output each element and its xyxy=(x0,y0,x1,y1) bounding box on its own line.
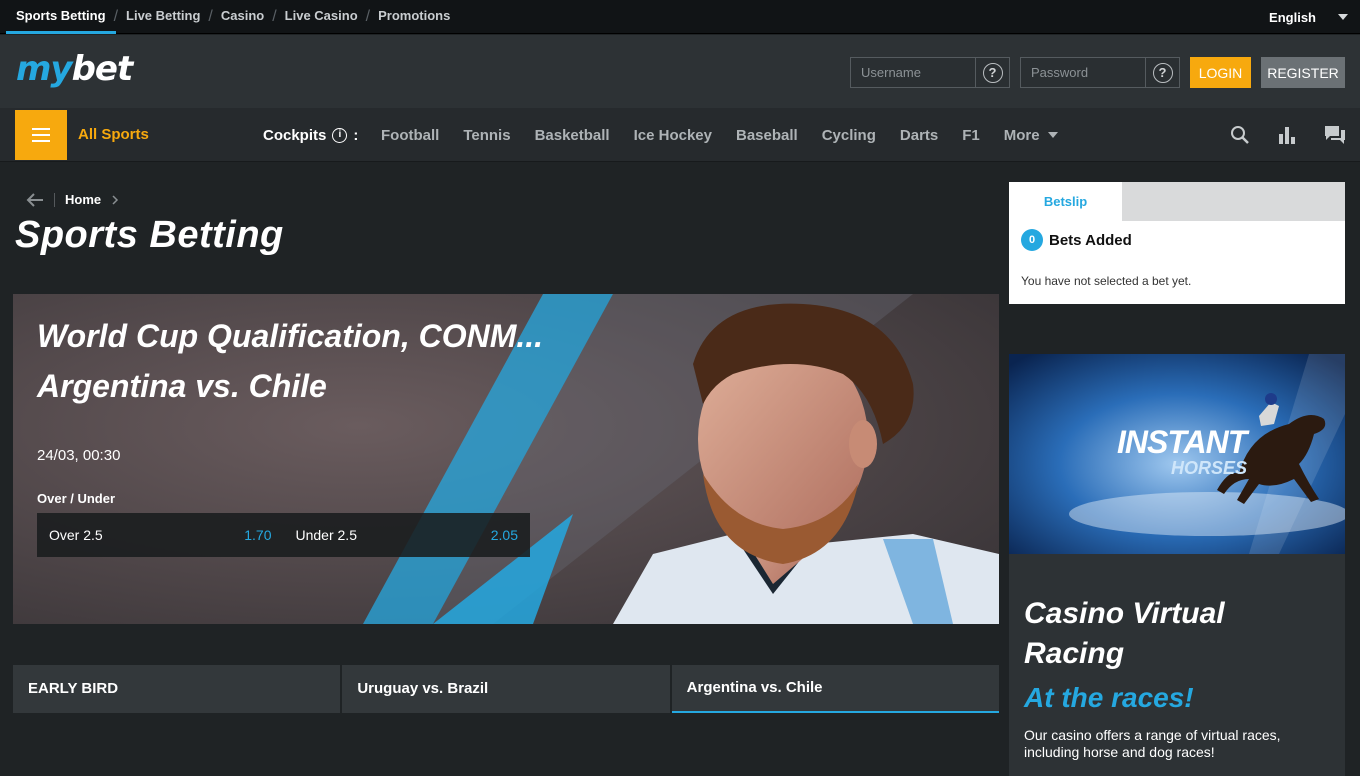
sport-football[interactable]: Football xyxy=(381,127,439,144)
promo-description: Our casino offers a range of virtual rac… xyxy=(1024,727,1281,760)
password-field: ? xyxy=(1020,57,1180,88)
top-nav: Sports Betting / Live Betting / Casino /… xyxy=(6,0,460,34)
sport-tennis[interactable]: Tennis xyxy=(463,127,510,144)
betslip-tab-filler xyxy=(1122,182,1345,221)
sport-baseball[interactable]: Baseball xyxy=(736,127,798,144)
promo-image-subtitle: HORSES xyxy=(1171,458,1248,478)
all-sports-link[interactable]: All Sports xyxy=(78,108,149,162)
topnav-casino[interactable]: Casino xyxy=(211,0,274,34)
nav-icons xyxy=(1230,108,1346,162)
back-arrow-icon[interactable] xyxy=(26,192,44,207)
betslip-tabs: Betslip xyxy=(1009,182,1345,221)
password-help-button[interactable]: ? xyxy=(1145,58,1179,87)
help-icon: ? xyxy=(1152,62,1173,83)
page-title: Sports Betting xyxy=(15,214,284,256)
event-tab-uruguay-brazil[interactable]: Uruguay vs. Brazil xyxy=(342,665,670,713)
odd-over-button[interactable]: Over 2.5 1.70 xyxy=(37,513,284,557)
betslip-empty-message: You have not selected a bet yet. xyxy=(1021,274,1192,288)
hero-market-label: Over / Under xyxy=(37,491,116,506)
hero-match-title: Argentina vs. Chile xyxy=(37,368,327,404)
sport-f1[interactable]: F1 xyxy=(962,127,980,144)
help-icon: ? xyxy=(982,62,1003,83)
login-button[interactable]: LOGIN xyxy=(1190,57,1251,88)
event-tabs: EARLY BIRD Uruguay vs. Brazil Argentina … xyxy=(13,665,999,713)
promo-image[interactable]: INSTANT HORSES xyxy=(1009,354,1345,554)
topnav-live-casino[interactable]: Live Casino xyxy=(275,0,368,34)
odd-label: Under 2.5 xyxy=(295,527,357,543)
odd-under-button[interactable]: Under 2.5 2.05 xyxy=(284,513,531,557)
breadcrumb: Home xyxy=(26,192,119,207)
more-sports-dropdown[interactable]: More xyxy=(1004,127,1058,144)
hamburger-icon-bar xyxy=(32,134,50,136)
top-bar: Sports Betting / Live Betting / Casino /… xyxy=(0,0,1360,34)
logo[interactable]: mybet xyxy=(16,49,134,89)
hamburger-icon-bar xyxy=(32,140,50,142)
bets-added: 0 Bets Added xyxy=(1021,229,1132,251)
chevron-down-icon xyxy=(1047,132,1058,138)
cockpits-menu[interactable]: Cockpits i : xyxy=(263,108,358,162)
odd-label: Over 2.5 xyxy=(49,527,103,543)
chevron-down-icon xyxy=(1338,14,1348,20)
hero-banner[interactable]: World Cup Qualification, CONM... Argenti… xyxy=(13,294,999,624)
chevron-right-icon xyxy=(112,194,119,205)
header: mybet ? ? LOGIN REGISTER xyxy=(0,35,1360,108)
password-input[interactable] xyxy=(1021,58,1145,87)
hamburger-icon-bar xyxy=(32,128,50,130)
sports-nav: All Sports Cockpits i : Football Tennis … xyxy=(0,108,1360,162)
username-input[interactable] xyxy=(851,58,975,87)
cockpits-colon: : xyxy=(353,126,359,144)
bets-added-label: Bets Added xyxy=(1049,231,1132,249)
odd-price: 1.70 xyxy=(244,527,272,543)
logo-my: my xyxy=(16,49,73,89)
promo-title: Casino Virtual Racing xyxy=(1024,597,1225,670)
menu-button[interactable] xyxy=(15,110,67,160)
bet-count-badge: 0 xyxy=(1021,229,1043,251)
more-label: More xyxy=(1003,126,1040,144)
betslip-tab[interactable]: Betslip xyxy=(1009,182,1122,221)
event-tab-early-bird[interactable]: EARLY BIRD xyxy=(13,665,341,713)
cockpits-label: Cockpits xyxy=(263,126,327,144)
odd-price: 2.05 xyxy=(490,527,518,543)
topnav-sports-betting[interactable]: Sports Betting xyxy=(6,0,116,34)
logo-bet: bet xyxy=(71,49,134,89)
odds-box: Over 2.5 1.70 Under 2.5 2.05 xyxy=(37,513,530,557)
info-icon[interactable]: i xyxy=(332,127,348,143)
register-button[interactable]: REGISTER xyxy=(1261,57,1345,88)
promo-image-title: INSTANT xyxy=(1117,424,1247,460)
sport-basketball[interactable]: Basketball xyxy=(535,127,610,144)
language-selector[interactable]: English xyxy=(1269,0,1348,34)
breadcrumb-divider xyxy=(54,192,55,207)
sport-darts[interactable]: Darts xyxy=(900,127,938,144)
search-icon[interactable] xyxy=(1230,125,1250,145)
language-label: English xyxy=(1269,9,1316,25)
hero-competition-title: World Cup Qualification, CONM... xyxy=(37,318,544,354)
promo-subtitle: At the races! xyxy=(1024,682,1194,713)
event-tab-argentina-chile[interactable]: Argentina vs. Chile xyxy=(671,665,999,713)
username-help-button[interactable]: ? xyxy=(975,58,1009,87)
username-field: ? xyxy=(850,57,1010,88)
promo-card: Casino Virtual Racing At the races! Our … xyxy=(1009,554,1345,776)
topnav-promotions[interactable]: Promotions xyxy=(368,0,460,34)
sports-list: Football Tennis Basketball Ice Hockey Ba… xyxy=(381,108,1058,162)
breadcrumb-home[interactable]: Home xyxy=(65,192,101,207)
sport-ice-hockey[interactable]: Ice Hockey xyxy=(634,127,712,144)
topnav-live-betting[interactable]: Live Betting xyxy=(116,0,210,34)
chat-icon[interactable] xyxy=(1324,125,1346,145)
betslip-panel: Betslip 0 Bets Added You have not select… xyxy=(1009,182,1345,304)
sport-cycling[interactable]: Cycling xyxy=(822,127,876,144)
bar-chart-icon[interactable] xyxy=(1278,125,1296,145)
hero-datetime: 24/03, 00:30 xyxy=(37,447,121,464)
